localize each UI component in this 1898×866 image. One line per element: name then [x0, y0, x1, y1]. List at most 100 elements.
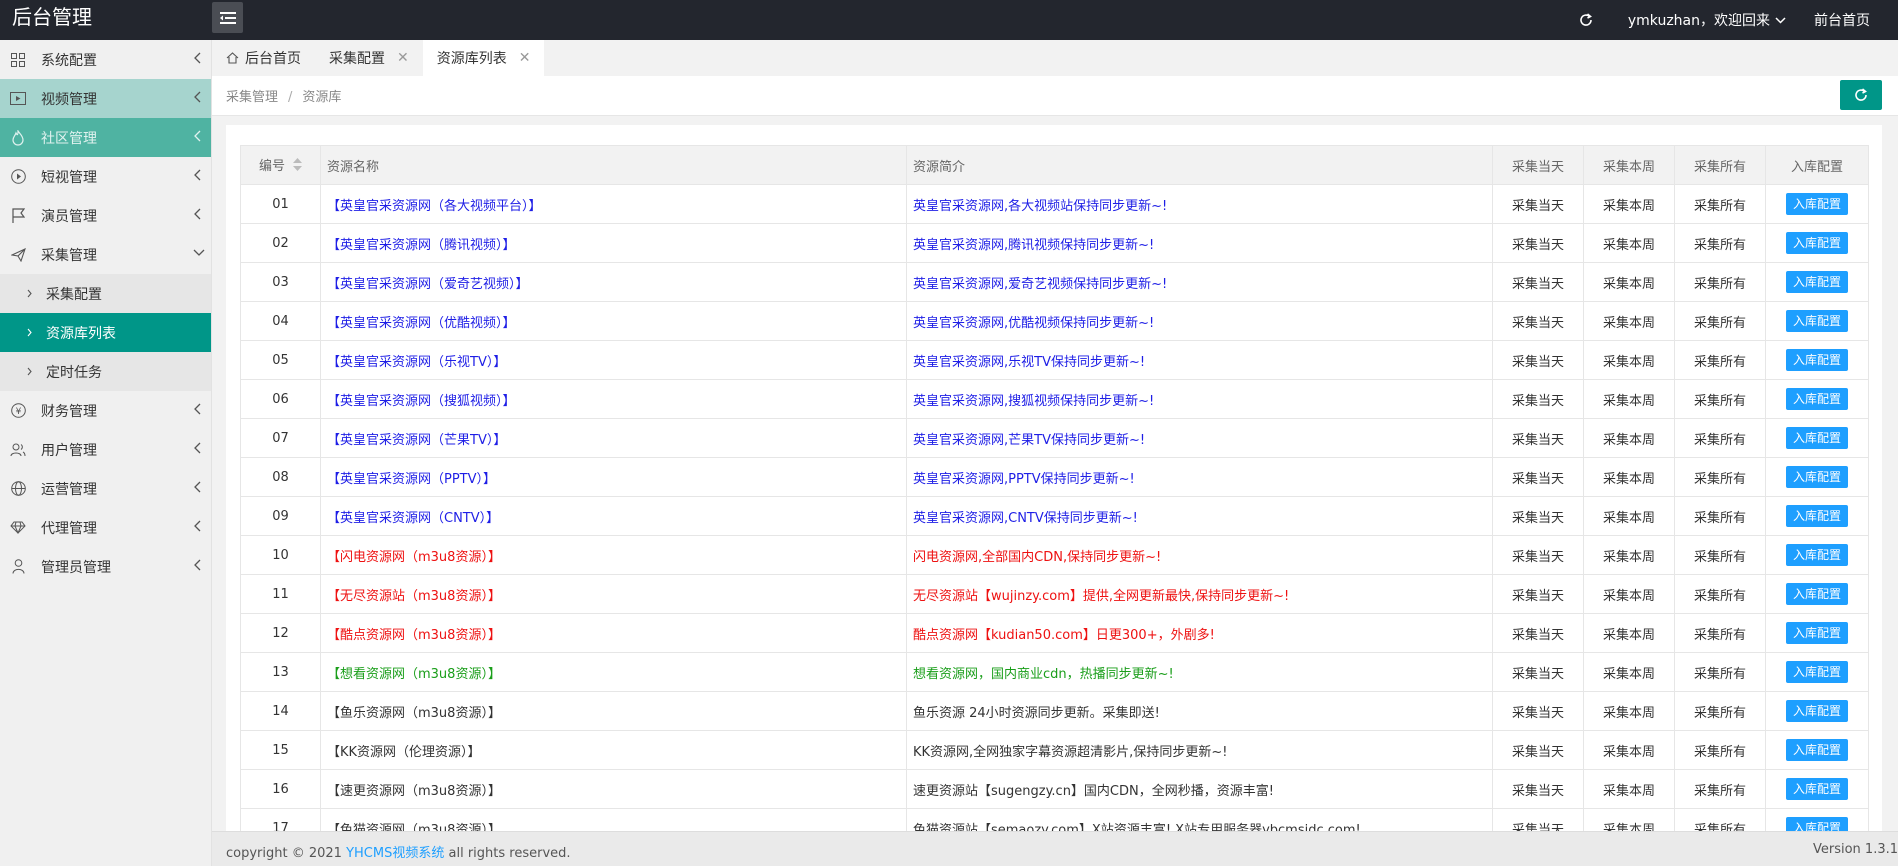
sidebar-subitem-collect-config[interactable]: 采集配置	[0, 274, 211, 313]
collect-all-action[interactable]: 采集所有	[1674, 379, 1766, 419]
collect-week-action[interactable]: 采集本周	[1583, 340, 1675, 380]
collect-week-action[interactable]: 采集本周	[1583, 184, 1675, 224]
sidebar-item-operations[interactable]: 运营管理	[0, 469, 211, 508]
refresh-page-button[interactable]	[1576, 10, 1596, 30]
collect-week-action[interactable]: 采集本周	[1583, 418, 1675, 458]
collect-all-action[interactable]: 采集所有	[1674, 769, 1766, 809]
collect-all-action[interactable]: 采集所有	[1674, 730, 1766, 770]
collect-today-action[interactable]: 采集当天	[1492, 808, 1584, 831]
collect-today-action[interactable]: 采集当天	[1492, 730, 1584, 770]
import-config-button[interactable]: 入库配置	[1785, 817, 1848, 831]
sidebar-item-users[interactable]: 用户管理	[0, 430, 211, 469]
collect-week-action[interactable]: 采集本周	[1583, 691, 1675, 731]
collect-week-action[interactable]: 采集本周	[1583, 613, 1675, 653]
collect-week-action[interactable]: 采集本周	[1583, 301, 1675, 341]
collect-week-action[interactable]: 采集本周	[1583, 262, 1675, 302]
sidebar-item-admins[interactable]: 管理员管理	[0, 547, 211, 586]
collect-today-action[interactable]: 采集当天	[1492, 496, 1584, 536]
collect-today-action[interactable]: 采集当天	[1492, 769, 1584, 809]
collect-all-action[interactable]: 采集所有	[1674, 613, 1766, 653]
collect-all-action[interactable]: 采集所有	[1674, 340, 1766, 380]
close-icon[interactable]: ✕	[397, 50, 409, 66]
collect-week-action[interactable]: 采集本周	[1583, 769, 1675, 809]
collect-today-action[interactable]: 采集当天	[1492, 574, 1584, 614]
import-config-button[interactable]: 入库配置	[1785, 739, 1848, 761]
collect-today-action[interactable]: 采集当天	[1492, 457, 1584, 497]
import-config-button[interactable]: 入库配置	[1785, 505, 1848, 527]
tab-resource-list[interactable]: 资源库列表 ✕	[422, 40, 545, 76]
front-home-link[interactable]: 前台首页	[1814, 10, 1870, 30]
collect-all-action[interactable]: 采集所有	[1674, 223, 1766, 263]
sidebar-item-actors[interactable]: 演员管理	[0, 196, 211, 235]
import-config-button[interactable]: 入库配置	[1785, 583, 1848, 605]
import-config-button[interactable]: 入库配置	[1785, 232, 1848, 254]
collect-today-action[interactable]: 采集当天	[1492, 223, 1584, 263]
collect-all-action[interactable]: 采集所有	[1674, 262, 1766, 302]
sidebar-item-short-video[interactable]: 短视管理	[0, 157, 211, 196]
collect-all-action[interactable]: 采集所有	[1674, 418, 1766, 458]
breadcrumb-parent[interactable]: 采集管理	[226, 90, 278, 105]
import-config-button[interactable]: 入库配置	[1785, 544, 1848, 566]
sidebar-subitem-scheduled-tasks[interactable]: 定时任务	[0, 352, 211, 391]
collect-today-action[interactable]: 采集当天	[1492, 652, 1584, 692]
collect-today-action[interactable]: 采集当天	[1492, 613, 1584, 653]
collect-all-action[interactable]: 采集所有	[1674, 496, 1766, 536]
collect-all-action[interactable]: 采集所有	[1674, 535, 1766, 575]
collect-today-action[interactable]: 采集当天	[1492, 262, 1584, 302]
import-config-button[interactable]: 入库配置	[1785, 622, 1848, 644]
sidebar-item-collect[interactable]: 采集管理	[0, 235, 211, 274]
collect-week-action[interactable]: 采集本周	[1583, 808, 1675, 831]
collect-all-action[interactable]: 采集所有	[1674, 457, 1766, 497]
sidebar-item-finance[interactable]: ¥ 财务管理	[0, 391, 211, 430]
collect-week-action[interactable]: 采集本周	[1583, 574, 1675, 614]
tab-collect-config[interactable]: 采集配置 ✕	[315, 40, 423, 76]
col-header-id[interactable]: 编号	[240, 145, 321, 185]
chevron-right-icon	[27, 367, 32, 376]
collect-today-action[interactable]: 采集当天	[1492, 418, 1584, 458]
import-config-button[interactable]: 入库配置	[1785, 310, 1848, 332]
sidebar-subitem-label: 定时任务	[46, 364, 102, 381]
collect-all-action[interactable]: 采集所有	[1674, 652, 1766, 692]
collect-week-action[interactable]: 采集本周	[1583, 535, 1675, 575]
collect-week-action[interactable]: 采集本周	[1583, 223, 1675, 263]
collect-week-action[interactable]: 采集本周	[1583, 379, 1675, 419]
import-config-button[interactable]: 入库配置	[1785, 661, 1848, 683]
import-config-button[interactable]: 入库配置	[1785, 700, 1848, 722]
row-desc: 英皇官采资源网,PPTV保持同步更新~!	[906, 457, 1493, 497]
import-config-button[interactable]: 入库配置	[1785, 271, 1848, 293]
menu-toggle-button[interactable]	[212, 2, 243, 33]
import-config-button[interactable]: 入库配置	[1785, 388, 1848, 410]
import-config-button[interactable]: 入库配置	[1785, 778, 1848, 800]
collect-today-action[interactable]: 采集当天	[1492, 340, 1584, 380]
collect-week-action[interactable]: 采集本周	[1583, 457, 1675, 497]
import-config-button[interactable]: 入库配置	[1785, 427, 1848, 449]
collect-all-action[interactable]: 采集所有	[1674, 808, 1766, 831]
sidebar-item-agents[interactable]: 代理管理	[0, 508, 211, 547]
import-config-button[interactable]: 入库配置	[1785, 193, 1848, 215]
collect-today-action[interactable]: 采集当天	[1492, 301, 1584, 341]
collect-today-action[interactable]: 采集当天	[1492, 535, 1584, 575]
sort-icon[interactable]	[293, 158, 302, 175]
import-config-button[interactable]: 入库配置	[1785, 349, 1848, 371]
sidebar-subitem-resource-list[interactable]: 资源库列表	[0, 313, 211, 352]
user-menu[interactable]: ymkuzhan，欢迎回来	[1628, 10, 1786, 30]
refresh-button[interactable]	[1840, 80, 1882, 110]
collect-today-action[interactable]: 采集当天	[1492, 184, 1584, 224]
sidebar-item-community[interactable]: 社区管理	[0, 118, 211, 157]
collect-today-action[interactable]: 采集当天	[1492, 379, 1584, 419]
collect-all-action[interactable]: 采集所有	[1674, 691, 1766, 731]
sidebar-item-label: 管理员管理	[41, 559, 111, 576]
collect-week-action[interactable]: 采集本周	[1583, 496, 1675, 536]
collect-all-action[interactable]: 采集所有	[1674, 574, 1766, 614]
collect-all-action[interactable]: 采集所有	[1674, 301, 1766, 341]
collect-week-action[interactable]: 采集本周	[1583, 730, 1675, 770]
sidebar-item-video[interactable]: 视频管理	[0, 79, 211, 118]
import-config-button[interactable]: 入库配置	[1785, 466, 1848, 488]
tab-home[interactable]: 后台首页	[212, 40, 315, 76]
close-icon[interactable]: ✕	[519, 50, 531, 66]
system-link[interactable]: YHCMS视频系统	[346, 846, 444, 861]
collect-today-action[interactable]: 采集当天	[1492, 691, 1584, 731]
collect-week-action[interactable]: 采集本周	[1583, 652, 1675, 692]
sidebar-item-system-config[interactable]: 系统配置	[0, 40, 211, 79]
collect-all-action[interactable]: 采集所有	[1674, 184, 1766, 224]
